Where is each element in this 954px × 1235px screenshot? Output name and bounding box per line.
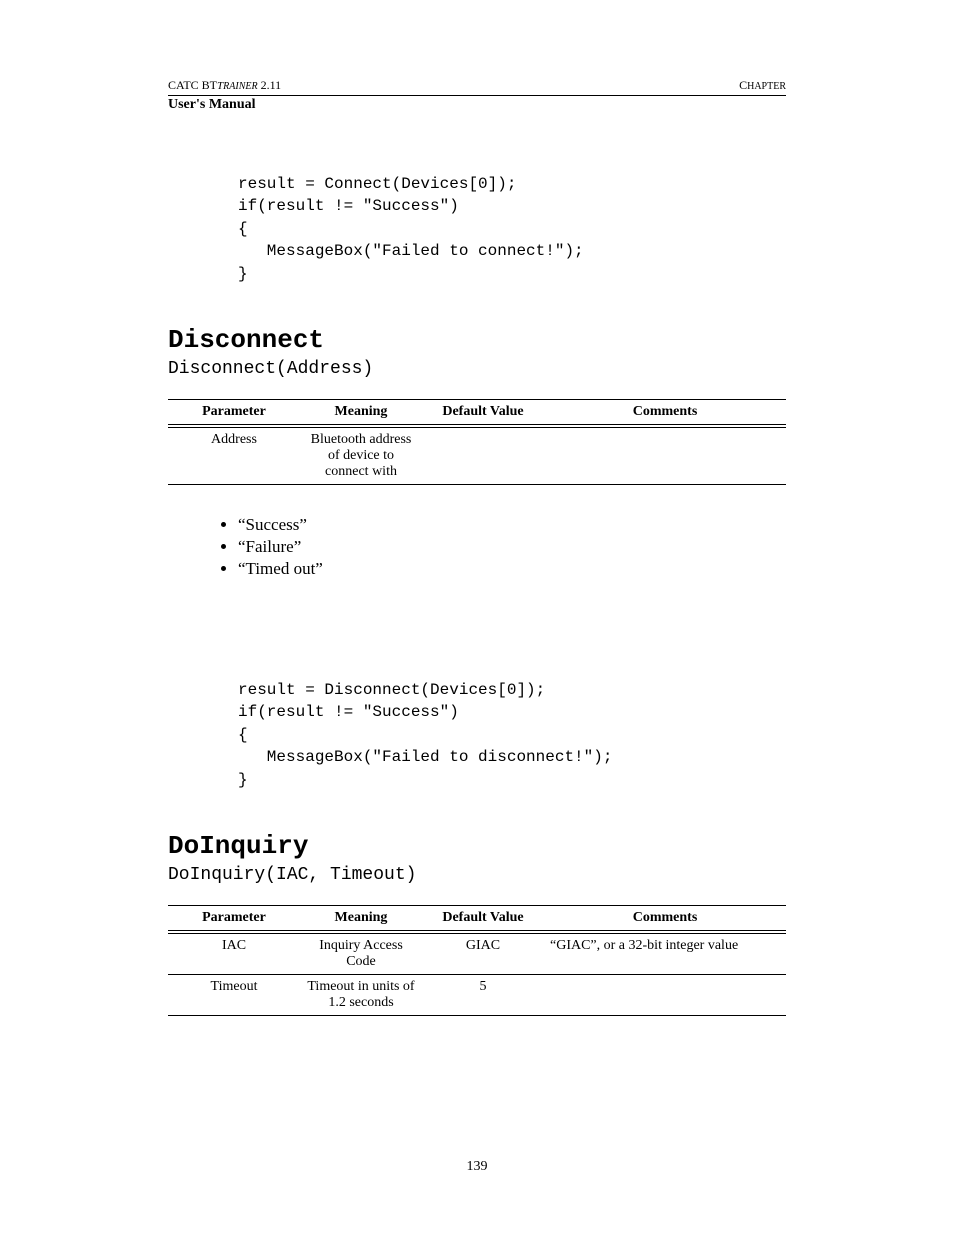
header-sub: User's Manual <box>168 97 786 113</box>
params-table-doinquiry: Parameter Meaning Default Value Comments… <box>168 905 786 1016</box>
th-comments: Comments <box>544 905 786 932</box>
code-text: result = Connect(Devices[0]); if(result … <box>238 173 786 285</box>
section-title-doinquiry: DoInquiry <box>168 831 786 861</box>
cell-default: 5 <box>422 974 544 1015</box>
code-text: result = Disconnect(Devices[0]); if(resu… <box>238 679 786 791</box>
table-row: Timeout Timeout in units of 1.2 seconds … <box>168 974 786 1015</box>
cell-default <box>422 426 544 485</box>
cell-default: GIAC <box>422 932 544 975</box>
cell-comments: “GIAC”, or a 32-bit integer value <box>544 932 786 975</box>
th-comments: Comments <box>544 399 786 426</box>
page-number: 139 <box>0 1159 954 1175</box>
signature-disconnect: Disconnect(Address) <box>168 359 786 379</box>
th-meaning: Meaning <box>300 399 422 426</box>
return-values-list: “Success” “Failure” “Timed out” <box>238 515 786 579</box>
cell-param: Timeout <box>168 974 300 1015</box>
th-default: Default Value <box>422 905 544 932</box>
cell-comments <box>544 974 786 1015</box>
code-example-disconnect: result = Disconnect(Devices[0]); if(resu… <box>238 679 786 791</box>
list-item: “Failure” <box>238 537 786 557</box>
page-header: CATC BTTRAINER 2.11 CHAPTER <box>168 78 786 96</box>
th-parameter: Parameter <box>168 399 300 426</box>
header-left: CATC BTTRAINER 2.11 <box>168 78 281 93</box>
list-item: “Timed out” <box>238 559 786 579</box>
list-item: “Success” <box>238 515 786 535</box>
cell-meaning: Bluetooth address of device to connect w… <box>300 426 422 485</box>
cell-param: Address <box>168 426 300 485</box>
section-title-disconnect: Disconnect <box>168 325 786 355</box>
th-parameter: Parameter <box>168 905 300 932</box>
table-row: Address Bluetooth address of device to c… <box>168 426 786 485</box>
table-row: IAC Inquiry Access Code GIAC “GIAC”, or … <box>168 932 786 975</box>
header-right: CHAPTER <box>739 78 786 93</box>
th-meaning: Meaning <box>300 905 422 932</box>
params-table-disconnect: Parameter Meaning Default Value Comments… <box>168 399 786 485</box>
cell-param: IAC <box>168 932 300 975</box>
cell-comments <box>544 426 786 485</box>
cell-meaning: Timeout in units of 1.2 seconds <box>300 974 422 1015</box>
signature-doinquiry: DoInquiry(IAC, Timeout) <box>168 865 786 885</box>
cell-meaning: Inquiry Access Code <box>300 932 422 975</box>
code-example-connect: result = Connect(Devices[0]); if(result … <box>238 173 786 285</box>
th-default: Default Value <box>422 399 544 426</box>
